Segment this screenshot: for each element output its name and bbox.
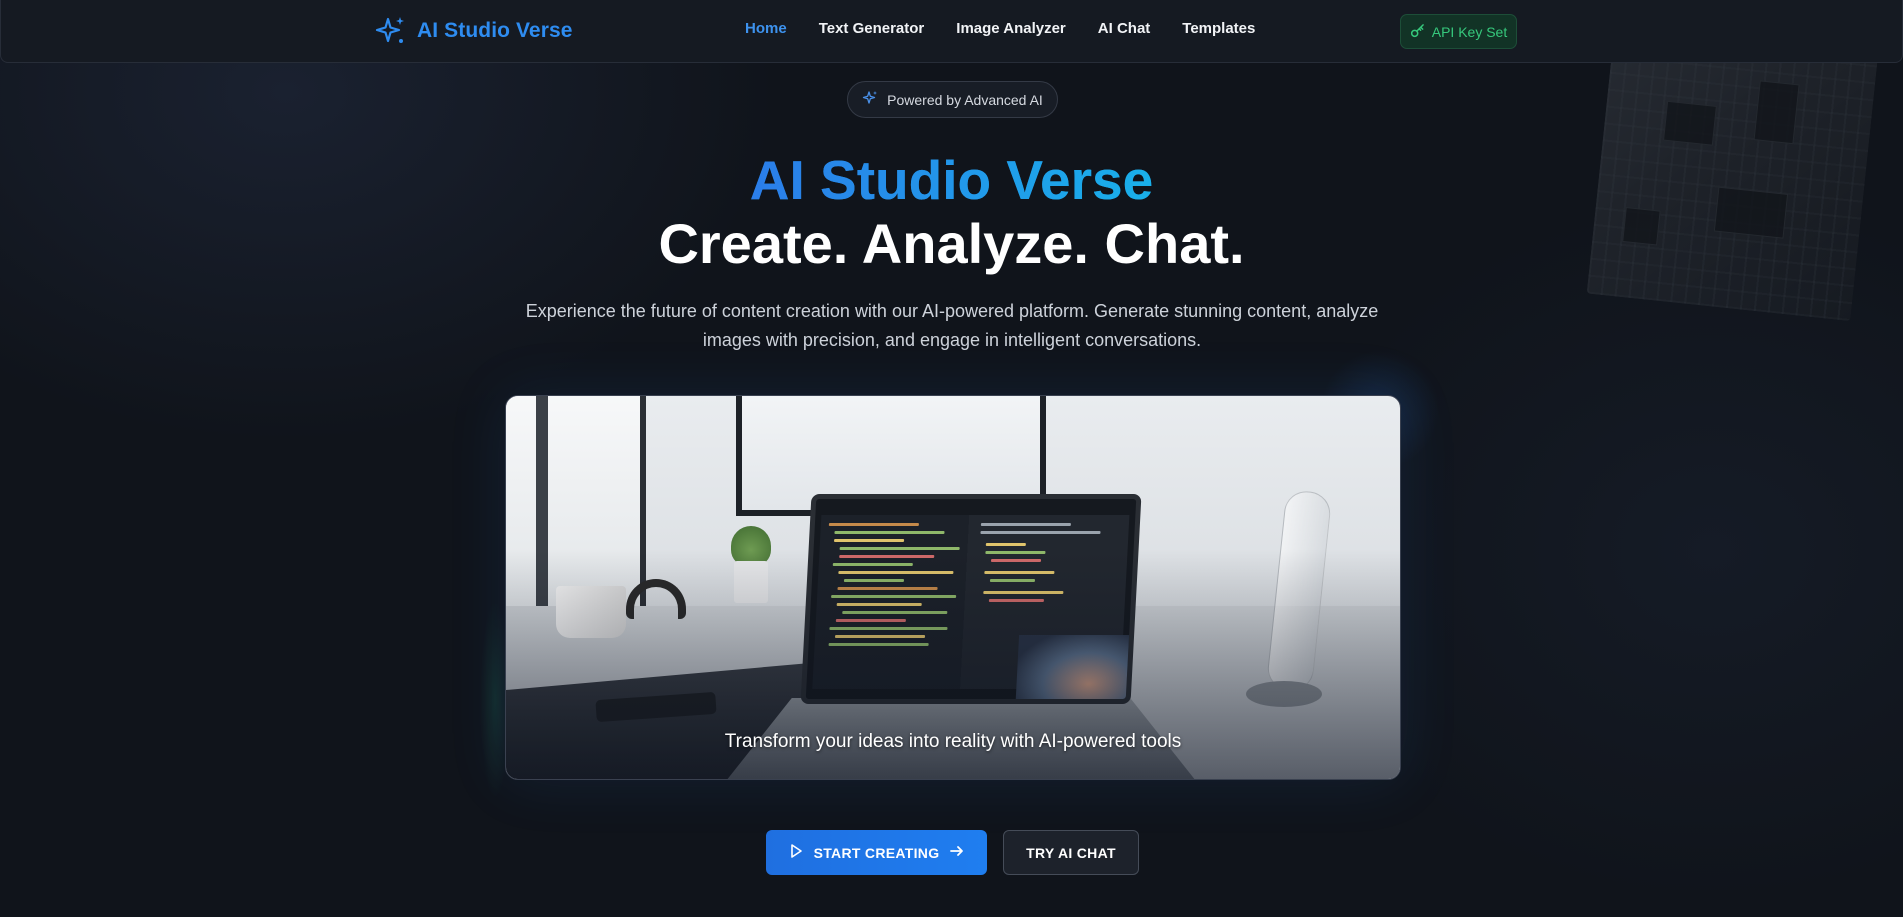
- powered-by-text: Powered by Advanced AI: [887, 91, 1043, 108]
- try-ai-chat-label: TRY AI CHAT: [1026, 844, 1116, 861]
- hero-subtitle: Create. Analyze. Chat.: [658, 212, 1245, 275]
- hero-title: AI Studio Verse: [0, 148, 1903, 212]
- start-creating-label: START CREATING: [813, 844, 940, 861]
- nav-link-image-analyzer[interactable]: Image Analyzer: [956, 20, 1066, 37]
- nav-link-home[interactable]: Home: [745, 20, 787, 37]
- brand-name: AI Studio Verse: [417, 19, 573, 42]
- nav-link-templates[interactable]: Templates: [1182, 20, 1255, 37]
- sparkles-icon: [862, 90, 878, 109]
- main-nav: Home Text Generator Image Analyzer AI Ch…: [745, 20, 1255, 37]
- top-navbar: AI Studio Verse Home Text Generator Imag…: [0, 0, 1903, 63]
- try-ai-chat-button[interactable]: TRY AI CHAT: [1003, 830, 1139, 875]
- key-icon: [1410, 23, 1425, 41]
- start-creating-button[interactable]: START CREATING: [766, 830, 987, 875]
- hero-image: Transform your ideas into reality with A…: [505, 395, 1401, 780]
- nav-link-text-generator[interactable]: Text Generator: [819, 20, 925, 37]
- nav-link-ai-chat[interactable]: AI Chat: [1098, 20, 1151, 37]
- arrow-right-icon: [949, 843, 965, 862]
- api-key-button[interactable]: API Key Set: [1400, 14, 1517, 49]
- image-caption: Transform your ideas into reality with A…: [724, 731, 1182, 752]
- brand-logo[interactable]: AI Studio Verse: [375, 14, 573, 48]
- powered-by-badge: Powered by Advanced AI: [847, 81, 1058, 118]
- image-overlay: [506, 396, 1400, 779]
- hero-description: Experience the future of content creatio…: [525, 301, 1379, 350]
- play-icon: [788, 843, 804, 862]
- api-key-label: API Key Set: [1431, 23, 1508, 40]
- sparkles-icon: [375, 15, 407, 47]
